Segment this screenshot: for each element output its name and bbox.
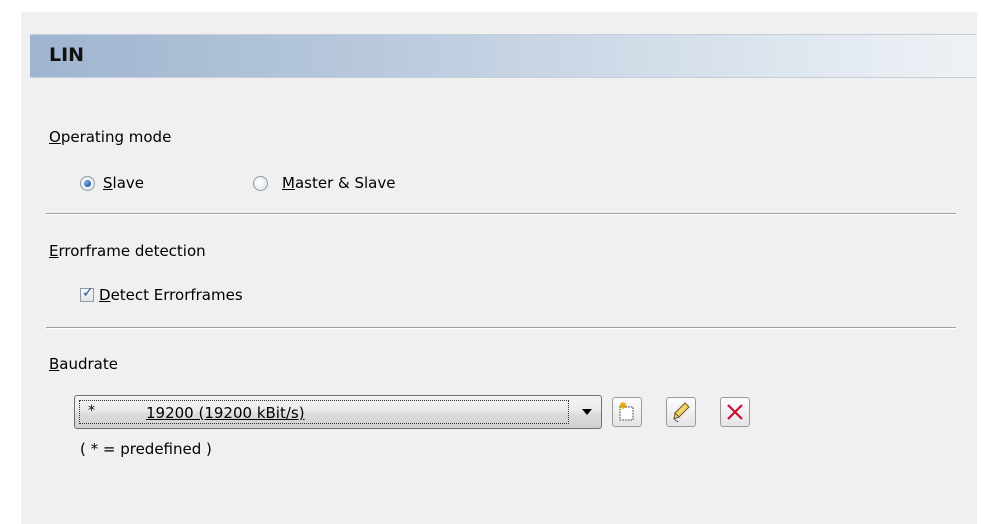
baudrate-label: Baudrate <box>49 355 118 373</box>
chevron-down-icon[interactable] <box>582 409 592 415</box>
section-header: LIN <box>30 34 976 78</box>
baudrate-dropdown[interactable]: * 19200 (19200 kBit/s) <box>74 395 602 429</box>
new-baudrate-button[interactable] <box>612 397 642 427</box>
separator <box>46 213 956 215</box>
slave-radio[interactable] <box>80 176 95 191</box>
baudrate-dropdown-focus: * 19200 (19200 kBit/s) <box>79 400 569 424</box>
master-slave-radio-label[interactable]: Master & Slave <box>282 174 395 192</box>
edit-baudrate-button[interactable] <box>666 397 696 427</box>
section-title: LIN <box>49 44 85 66</box>
detect-errorframes-label[interactable]: Detect Errorframes <box>99 286 243 304</box>
predefined-marker: * <box>88 403 95 419</box>
separator <box>46 327 956 329</box>
predefined-legend: ( * = predefined ) <box>80 440 212 458</box>
baudrate-selected-value: 19200 (19200 kBit/s) <box>146 404 305 422</box>
operating-mode-label: Operating mode <box>49 128 172 146</box>
edit-pencil-icon <box>673 402 690 423</box>
master-slave-radio[interactable] <box>253 176 268 191</box>
new-icon <box>619 402 634 421</box>
delete-baudrate-button[interactable] <box>720 397 750 427</box>
errorframe-detection-label: Errorframe detection <box>49 242 206 260</box>
delete-x-icon <box>727 404 743 420</box>
slave-radio-label[interactable]: Slave <box>103 174 144 192</box>
checkmark-icon: ✓ <box>82 285 94 301</box>
detect-errorframes-checkbox[interactable]: ✓ <box>80 285 94 302</box>
